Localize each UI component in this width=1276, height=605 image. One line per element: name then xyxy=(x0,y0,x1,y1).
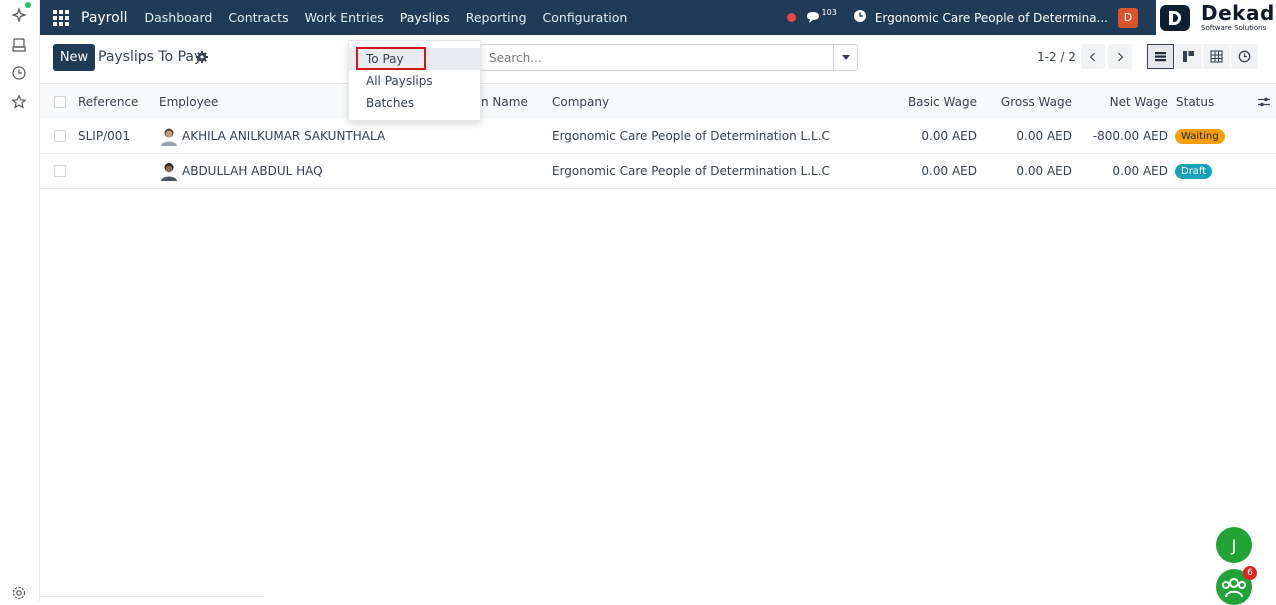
chat-bubble-button[interactable]: J xyxy=(1216,527,1252,563)
column-status[interactable]: Status xyxy=(1176,85,1214,119)
action-gear-icon[interactable] xyxy=(195,50,209,64)
sliders-icon xyxy=(1258,97,1270,107)
pager-previous-button[interactable] xyxy=(1081,44,1105,69)
logo-subtitle: Software Solutions xyxy=(1201,24,1267,32)
chevron-left-icon xyxy=(1089,52,1095,61)
pivot-view-icon xyxy=(1210,50,1223,63)
activity-clock-icon[interactable] xyxy=(853,9,875,26)
column-net-wage[interactable]: Net Wage xyxy=(1078,85,1168,119)
chevron-right-icon xyxy=(1118,52,1124,61)
nav-dashboard[interactable]: Dashboard xyxy=(144,10,212,25)
sparkle-icon[interactable] xyxy=(10,6,28,24)
select-all-checkbox[interactable] xyxy=(54,85,66,119)
table-row[interactable]: ABDULLAH ABDUL HAQ Ergonomic Care People… xyxy=(40,154,1276,189)
employee-avatar xyxy=(159,161,179,181)
app-grid-icon[interactable] xyxy=(53,9,69,26)
column-gross-wage[interactable]: Gross Wage xyxy=(982,85,1072,119)
kanban-view-button[interactable] xyxy=(1175,44,1202,69)
dekad-logo: Dekad Software Solutions xyxy=(1156,0,1276,35)
nav-configuration[interactable]: Configuration xyxy=(543,10,628,25)
group-count-badge: 6 xyxy=(1243,566,1257,580)
breadcrumb: Payslips To Pay xyxy=(98,49,203,65)
row-gross-wage: 0.00 AED xyxy=(1016,129,1072,143)
row-gross-wage: 0.00 AED xyxy=(1016,164,1072,178)
pager-value[interactable]: 1-2 / 2 xyxy=(1037,50,1076,64)
employee-name: ABDULLAH ABDUL HAQ xyxy=(182,164,323,178)
row-checkbox[interactable] xyxy=(54,119,66,153)
status-badge: Draft xyxy=(1175,163,1213,179)
search-options-toggle[interactable] xyxy=(833,45,857,70)
employee-avatar xyxy=(159,126,179,146)
row-checkbox[interactable] xyxy=(54,154,66,188)
new-button[interactable]: New xyxy=(53,44,95,71)
kanban-view-icon xyxy=(1183,51,1194,62)
column-employee[interactable]: Employee xyxy=(159,85,218,119)
nav-payslips[interactable]: Payslips xyxy=(400,10,450,25)
recording-indicator[interactable] xyxy=(786,13,796,22)
settings-gear-icon[interactable] xyxy=(10,584,28,602)
employee-name: AKHILA ANILKUMAR SAKUNTHALA xyxy=(182,129,386,143)
payslip-list: Reference Employee n Name Company Basic … xyxy=(40,85,1276,189)
row-net-wage: 0.00 AED xyxy=(1112,164,1168,178)
nav-work-entries[interactable]: Work Entries xyxy=(305,10,384,25)
row-basic-wage: 0.00 AED xyxy=(921,129,977,143)
clock-icon[interactable] xyxy=(10,64,28,82)
row-company: Ergonomic Care People of Determination L… xyxy=(552,164,830,178)
row-company: Ergonomic Care People of Determination L… xyxy=(552,129,830,143)
menu-item-batches[interactable]: Batches xyxy=(349,92,480,114)
column-basic-wage[interactable]: Basic Wage xyxy=(887,85,977,119)
pivot-view-button[interactable] xyxy=(1203,44,1230,69)
row-reference: SLIP/001 xyxy=(78,129,131,143)
list-view-button[interactable] xyxy=(1147,44,1174,69)
search-box xyxy=(480,44,858,71)
pager-next-button[interactable] xyxy=(1108,44,1132,69)
row-employee: AKHILA ANILKUMAR SAKUNTHALA xyxy=(159,119,385,153)
table-header: Reference Employee n Name Company Basic … xyxy=(40,85,1276,119)
top-navbar: Payroll Dashboard Contracts Work Entries… xyxy=(40,0,1276,35)
group-users-icon xyxy=(1222,578,1246,598)
nav-contracts[interactable]: Contracts xyxy=(228,10,288,25)
menu-item-all-payslips[interactable]: All Payslips xyxy=(349,70,480,92)
column-reference[interactable]: Reference xyxy=(78,85,138,119)
optional-columns-toggle[interactable] xyxy=(1257,85,1271,119)
control-panel: New Payslips To Pay 1-2 / 2 xyxy=(40,35,1276,84)
row-basic-wage: 0.00 AED xyxy=(921,164,977,178)
caret-down-icon xyxy=(841,55,850,60)
online-indicator xyxy=(25,2,31,8)
row-net-wage: -800.00 AED xyxy=(1092,129,1168,143)
row-status: Draft xyxy=(1175,154,1213,188)
app-name[interactable]: Payroll xyxy=(81,10,127,26)
activity-clock-icon xyxy=(1238,50,1251,63)
highlight-box xyxy=(356,47,426,70)
column-company[interactable]: Company xyxy=(552,85,609,119)
company-switcher[interactable]: Ergonomic Care People of Determina... xyxy=(875,11,1108,25)
dekad-logo-mark xyxy=(1160,4,1190,31)
bottom-divider xyxy=(40,596,263,597)
user-avatar[interactable]: D xyxy=(1118,7,1138,28)
row-status: Waiting xyxy=(1175,119,1225,153)
table-row[interactable]: SLIP/001 AKHILA ANILKUMAR SAKUNTHALA Erg… xyxy=(40,119,1276,154)
message-count: 103 xyxy=(821,8,837,17)
activity-view-button[interactable] xyxy=(1231,44,1258,69)
payslips-dropdown-menu: To Pay All Payslips Batches xyxy=(348,40,481,121)
list-view-icon xyxy=(1155,52,1166,62)
row-employee: ABDULLAH ABDUL HAQ xyxy=(159,154,323,188)
status-badge: Waiting xyxy=(1175,128,1225,144)
left-rail xyxy=(0,0,40,602)
star-icon[interactable] xyxy=(10,93,28,111)
nav-reporting[interactable]: Reporting xyxy=(466,10,527,25)
messages-button[interactable]: 103 xyxy=(806,8,837,24)
chat-icon xyxy=(806,12,819,23)
inbox-icon[interactable] xyxy=(10,36,28,54)
column-payslip-name[interactable]: n Name xyxy=(481,85,528,119)
search-input[interactable] xyxy=(489,45,829,70)
logo-name: Dekad xyxy=(1201,1,1275,25)
